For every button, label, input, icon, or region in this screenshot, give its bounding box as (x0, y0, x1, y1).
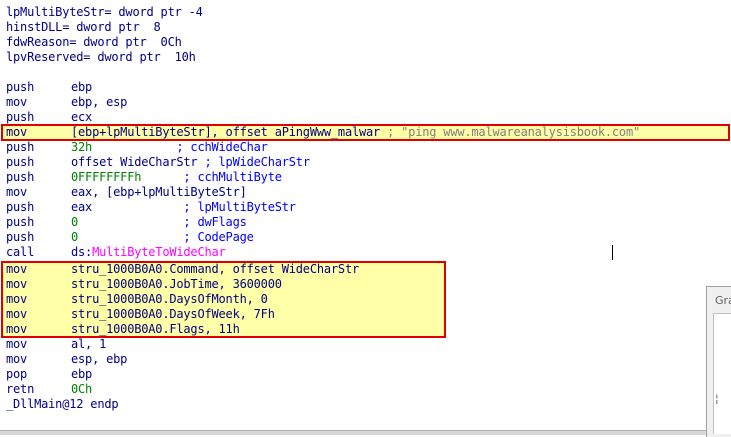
mnemonic: mov (6, 262, 28, 276)
mnemonic: mov (6, 352, 28, 366)
mnemonic: mov (6, 292, 28, 306)
mnemonic: mov (6, 277, 28, 291)
code-line-job-struct[interactable]: mov stru_1000B0A0.DaysOfMonth, 0 (6, 292, 268, 307)
operands: offset WideCharStr (71, 155, 205, 169)
code-line-job-struct[interactable]: mov stru_1000B0A0.Command, offset WideCha… (6, 262, 359, 277)
operands: ecx (71, 110, 93, 124)
code-line-job-struct[interactable]: mov stru_1000B0A0.DaysOfWeek, 7Fh (6, 307, 275, 322)
var-name: fdwReason (6, 35, 70, 49)
endp-line[interactable]: _DllMain@12 endp (6, 397, 119, 412)
operands: stru_1000B0A0.Command, offset WideCharSt… (71, 262, 360, 276)
var-def: = dword ptr 0Ch (69, 35, 182, 49)
code-line[interactable]: push 0 ; dwFlags (6, 215, 247, 230)
code-line-ping-string[interactable]: mov [ebp+lpMultiByteStr], offset aPingWww… (6, 125, 640, 140)
var-line[interactable]: lpvReserved= dword ptr 10h (6, 50, 196, 65)
graph-node-mark: ¦ (715, 392, 719, 405)
code-line[interactable]: pop ebp (6, 367, 92, 382)
mnemonic: push (6, 155, 35, 169)
disassembly-listing[interactable]: lpMultiByteStr= dword ptr -4 hinstDLL= d… (0, 0, 731, 434)
var-line[interactable]: lpMultiByteStr= dword ptr -4 (6, 5, 203, 20)
mnemonic: mov (6, 307, 28, 321)
code-line[interactable]: mov esp, ebp (6, 352, 127, 367)
code-line-job-struct[interactable]: mov stru_1000B0A0.JobTime, 3600000 (6, 277, 282, 292)
comment: ; dwFlags (183, 215, 247, 229)
var-def: = dword ptr 8 (62, 20, 161, 34)
mnemonic: call (6, 245, 35, 259)
code-line[interactable]: push ecx (6, 110, 92, 125)
operands: stru_1000B0A0.JobTime, 3600000 (71, 277, 282, 291)
operands: stru_1000B0A0.DaysOfMonth, 0 (71, 292, 268, 306)
text-cursor (612, 245, 613, 260)
var-name: hinstDLL (6, 20, 63, 34)
mnemonic: push (6, 110, 35, 124)
operands: 0 (71, 215, 184, 229)
code-line[interactable]: push offset WideCharStr ; lpWideCharStr (6, 155, 310, 170)
comment: ; cchMultiByte (183, 170, 282, 184)
operands: eax, [ebp+lpMultiByteStr] (71, 185, 247, 199)
code-line[interactable]: push 0 ; CodePage (6, 230, 254, 245)
var-line[interactable]: fdwReason= dword ptr 0Ch (6, 35, 182, 50)
comment: ; lpWideCharStr (204, 155, 310, 169)
code-line[interactable]: mov eax, [ebp+lpMultiByteStr] (6, 185, 247, 200)
code-line[interactable]: mov al, 1 (6, 337, 106, 352)
comment: ; lpMultiByteStr (183, 200, 296, 214)
mnemonic: push (6, 230, 35, 244)
code-line[interactable]: push 0FFFFFFFFh ; cchMultiByte (6, 170, 282, 185)
graph-window-title: Gra (715, 294, 731, 307)
operands: al, 1 (71, 337, 107, 351)
var-def: = dword ptr 10h (83, 50, 196, 64)
var-def: = dword ptr -4 (104, 5, 203, 19)
operands: [ebp+lpMultiByteStr], offset aPingWww_ma… (71, 125, 388, 139)
code-line[interactable]: retn 0Ch (6, 382, 92, 397)
operands: esp, ebp (71, 352, 128, 366)
mnemonic: push (6, 200, 35, 214)
var-line[interactable]: hinstDLL= dword ptr 8 (6, 20, 161, 35)
operands: 0 (71, 230, 184, 244)
var-name: lpvReserved (6, 50, 84, 64)
code-line[interactable]: push 32h ; cchWideChar (6, 140, 268, 155)
var-name: lpMultiByteStr (6, 5, 105, 19)
mnemonic: push (6, 80, 35, 94)
comment: ; "ping www.malwareanalysisbook.com" (387, 125, 640, 139)
comment: ; cchWideChar (176, 140, 268, 154)
code-line-job-struct[interactable]: mov stru_1000B0A0.Flags, 11h (6, 322, 240, 337)
mnemonic: push (6, 170, 35, 184)
comment: ; CodePage (183, 230, 254, 244)
operands: ds: (71, 245, 93, 259)
operands: ebp, esp (71, 95, 128, 109)
mnemonic: mov (6, 322, 28, 336)
operands: stru_1000B0A0.DaysOfWeek, 7Fh (71, 307, 275, 321)
operands: 0Ch (71, 382, 93, 396)
mnemonic: retn (6, 382, 35, 396)
mnemonic: mov (6, 337, 28, 351)
import-name[interactable]: MultiByteToWideChar (92, 245, 226, 259)
operands: 0FFFFFFFFh (71, 170, 184, 184)
graph-overview-window[interactable]: Gra ¦ (706, 286, 731, 437)
code-line[interactable]: push eax ; lpMultiByteStr (6, 200, 296, 215)
window-bottom-edge (0, 430, 706, 435)
mnemonic: push (6, 215, 35, 229)
code-line[interactable]: push ebp (6, 80, 92, 95)
operands: stru_1000B0A0.Flags, 11h (71, 322, 240, 336)
mnemonic: pop (6, 367, 28, 381)
mnemonic: push (6, 140, 35, 154)
code-line[interactable]: mov ebp, esp (6, 95, 127, 110)
operands: ebp (71, 367, 93, 381)
operands: ebp (71, 80, 93, 94)
mnemonic: mov (6, 185, 28, 199)
mnemonic: mov (6, 125, 28, 139)
code-line[interactable]: call ds:MultiByteToWideChar (6, 245, 226, 260)
operands: eax (71, 200, 184, 214)
mnemonic: mov (6, 95, 28, 109)
operands: 32h (71, 140, 177, 154)
graph-overview-canvas[interactable] (713, 313, 731, 434)
